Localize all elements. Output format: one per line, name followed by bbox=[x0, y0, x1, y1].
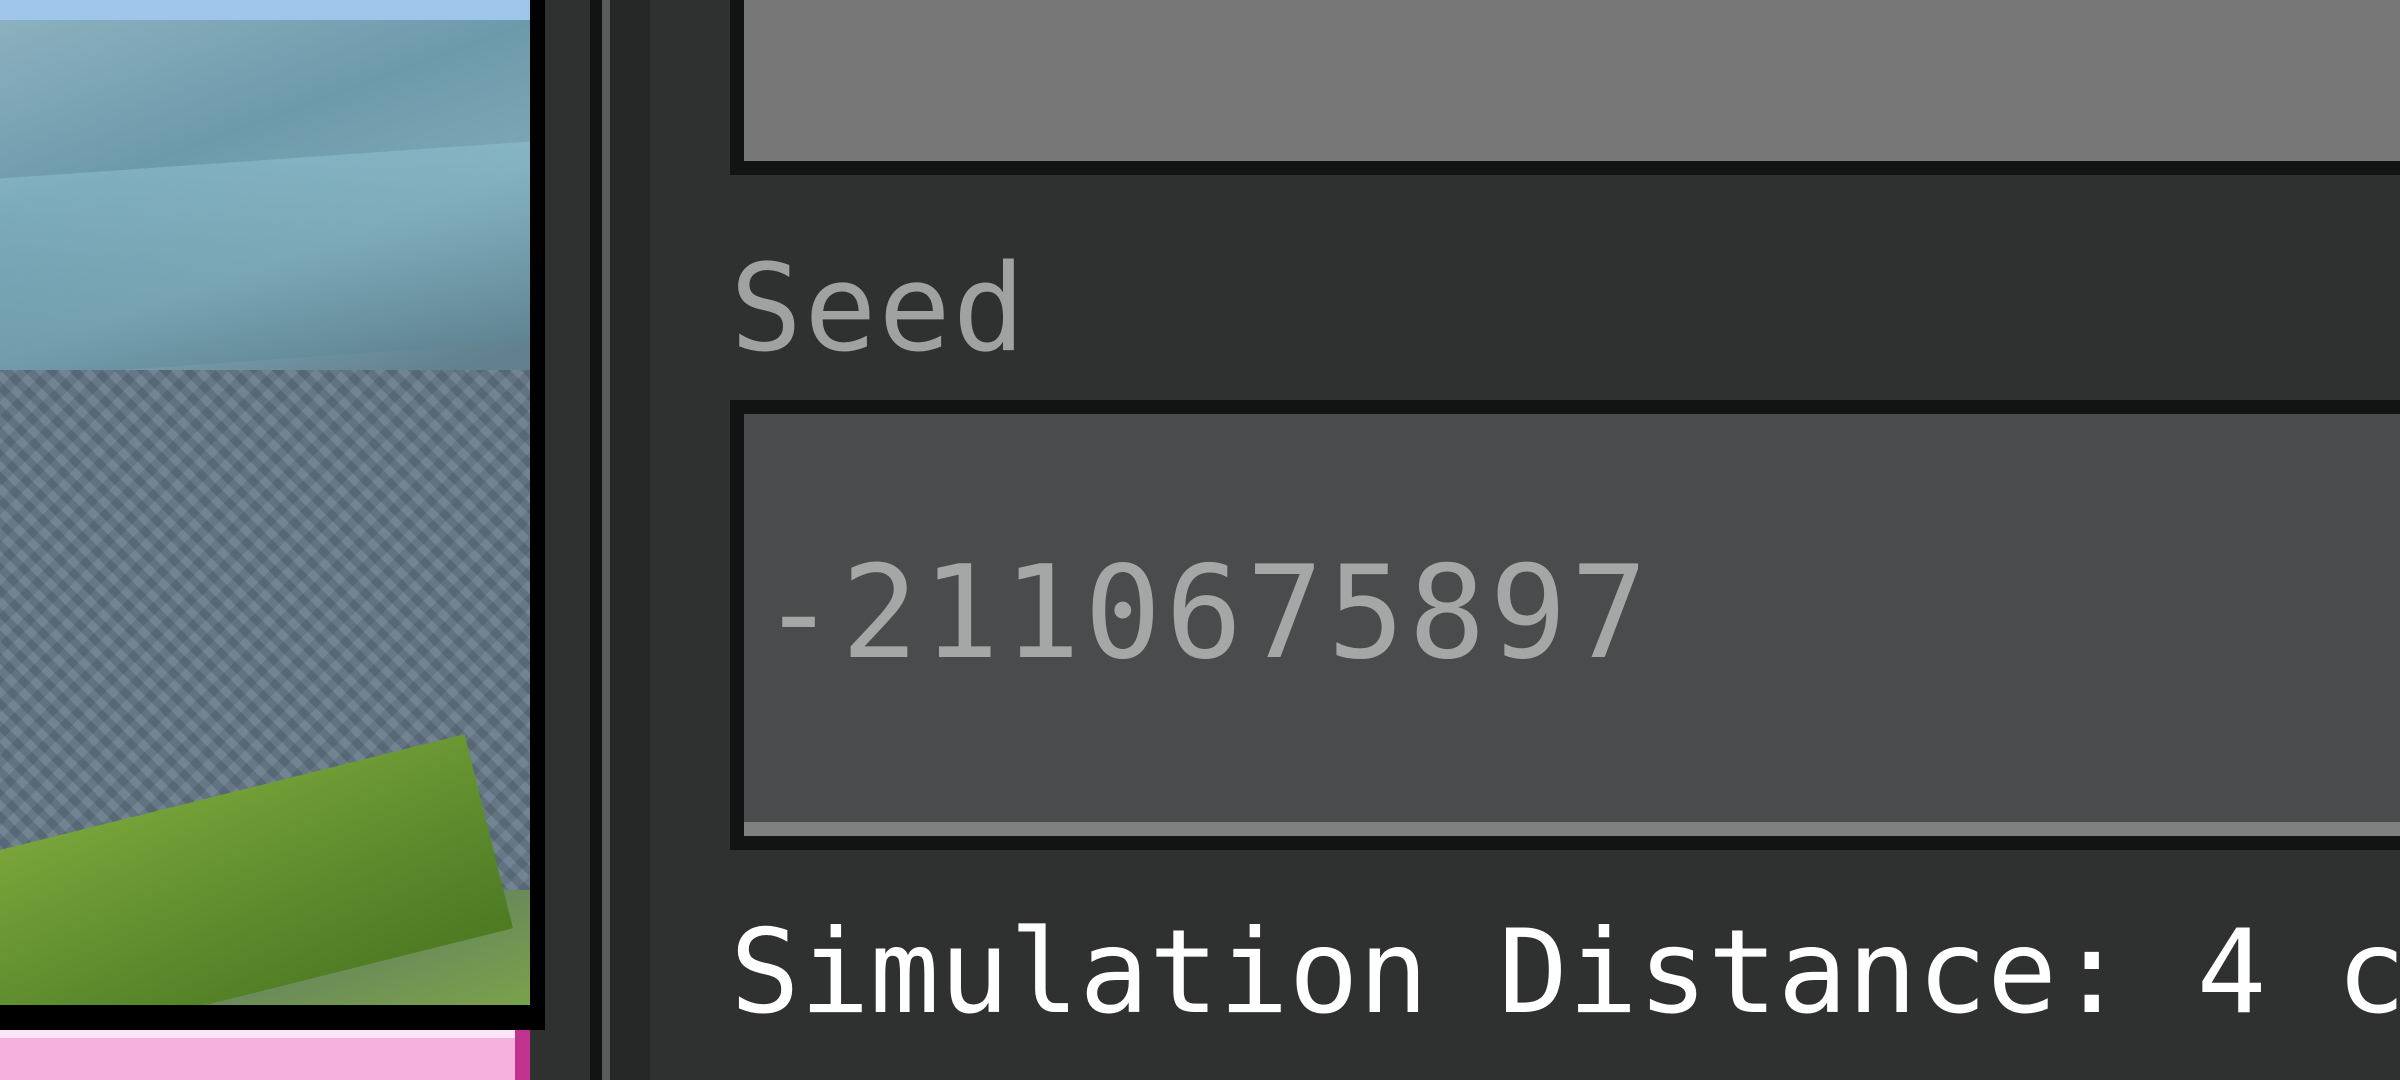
previous-field-inner bbox=[744, 0, 2400, 161]
column-gap bbox=[545, 0, 590, 1080]
world-preview-image bbox=[0, 0, 530, 1005]
scrollbar-highlight bbox=[602, 0, 610, 1080]
selected-tab-edge bbox=[515, 1030, 530, 1080]
create-world-screen: Seed Simulation Distance: 4 c -211067589… bbox=[0, 0, 2400, 1080]
simulation-distance-slider-label[interactable]: Simulation Distance: 4 c bbox=[730, 915, 2400, 1031]
previous-field[interactable] bbox=[730, 0, 2400, 175]
scrollbar-track[interactable] bbox=[590, 0, 602, 1080]
preview-water bbox=[0, 141, 530, 379]
seed-input-underline bbox=[744, 822, 2400, 836]
seed-label: Seed bbox=[730, 240, 1027, 379]
seed-input-value[interactable]: -2110675897 bbox=[760, 550, 1652, 678]
selected-tab-strip[interactable] bbox=[0, 1030, 530, 1080]
preview-border bbox=[530, 0, 545, 1030]
column-gap bbox=[610, 0, 650, 1080]
preview-border bbox=[0, 1005, 545, 1030]
preview-sky bbox=[0, 0, 530, 20]
